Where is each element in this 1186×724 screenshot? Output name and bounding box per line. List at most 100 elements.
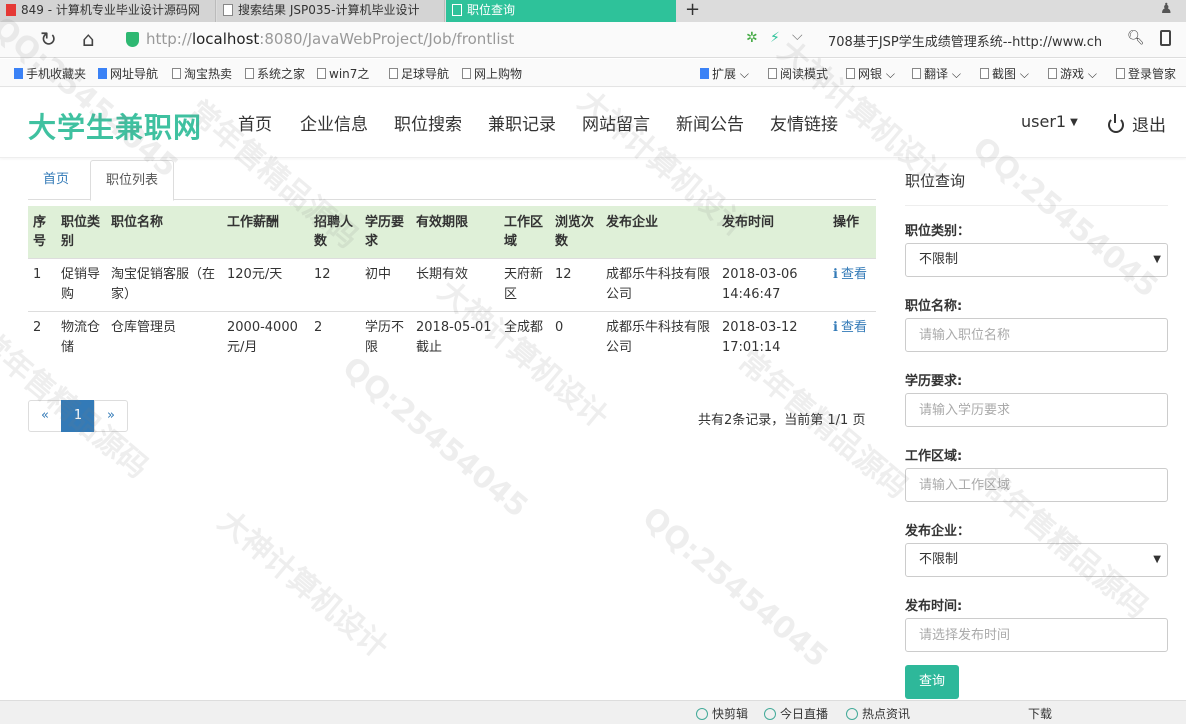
nav-links[interactable]: 友情链接 <box>770 110 838 135</box>
next-page-button[interactable]: » <box>94 400 128 432</box>
view-link[interactable]: ℹ 查看 <box>833 267 867 282</box>
bookmark-item[interactable]: 网址导航 <box>98 65 158 82</box>
browser-status-bar: 快剪辑 今日直播 热点资讯 下载 <box>0 700 1186 724</box>
lightning-icon[interactable]: ⚡ <box>770 30 780 46</box>
query-button[interactable]: 查询 <box>905 665 959 699</box>
col-header: 工作薪酬 <box>222 206 309 259</box>
view-link[interactable]: ℹ 查看 <box>833 320 867 335</box>
gamepad-icon <box>1048 68 1057 79</box>
nav-news[interactable]: 新闻公告 <box>676 110 744 135</box>
reader-mode-button[interactable]: 阅读模式 <box>768 65 828 82</box>
browser-tab-1[interactable]: 849 - 计算机专业毕业设计源码网 <box>0 0 216 22</box>
publish-time-label: 发布时间: <box>905 599 963 614</box>
nav-messages[interactable]: 网站留言 <box>582 110 650 135</box>
info-icon: ℹ <box>833 320 838 335</box>
url-host: localhost <box>191 30 260 48</box>
bookmark-item[interactable]: 淘宝热卖 <box>172 65 232 82</box>
bookmark-item[interactable]: 系统之家 <box>245 65 305 82</box>
cell-title: 仓库管理员 <box>106 311 222 364</box>
shield-icon <box>126 32 139 47</box>
status-item[interactable]: 今日直播 <box>764 705 828 722</box>
col-header: 有效期限 <box>411 206 499 259</box>
record-count: 共有2条记录，当前第 1/1 页 <box>698 413 866 428</box>
download-button[interactable]: 下载 <box>1028 705 1052 722</box>
news-icon <box>846 708 858 720</box>
bookmark-item[interactable]: 足球导航 <box>389 65 449 82</box>
bookmark-item[interactable]: 手机收藏夹 <box>14 65 86 82</box>
cell-company: 成都乐牛科技有限公司 <box>601 311 717 364</box>
job-table: 序号 职位类别 职位名称 工作薪酬 招聘人数 学历要求 有效期限 工作区域 浏览… <box>28 206 876 364</box>
nav-companies[interactable]: 企业信息 <box>300 110 368 135</box>
reload-icon[interactable]: ↻ <box>40 28 57 50</box>
play-icon <box>764 708 776 720</box>
key-icon <box>1116 68 1125 79</box>
bookmarks-bar: 手机收藏夹 网址导航 淘宝热卖 系统之家 win7之 足球导航 网上购物 扩展 … <box>0 59 1186 87</box>
bookmark-item[interactable]: 网上购物 <box>462 65 522 82</box>
info-icon: ℹ <box>833 267 838 282</box>
bank-button[interactable]: 网银 ⌵ <box>846 65 895 82</box>
col-header: 发布企业 <box>601 206 717 259</box>
scissors-icon <box>980 68 989 79</box>
prev-page-button[interactable]: « <box>28 400 62 432</box>
cell-action: ℹ 查看 <box>828 258 876 312</box>
site-logo[interactable]: 大学生兼职网 <box>28 106 202 146</box>
caret-down-icon: ▼ <box>1153 554 1161 565</box>
bookmark-item[interactable]: win7之 <box>317 65 369 82</box>
browser-tab-active[interactable]: 职位查询 <box>446 0 676 22</box>
col-header: 招聘人数 <box>309 206 360 259</box>
translate-icon <box>912 68 921 79</box>
watermark-text: QQ:25454045 <box>335 350 535 525</box>
table-header-row: 序号 职位类别 职位名称 工作薪酬 招聘人数 学历要求 有效期限 工作区域 浏览… <box>28 206 876 259</box>
browser-tab-2[interactable]: 搜索结果 JSP035-计算机毕业设计 <box>217 0 445 22</box>
category-select[interactable]: 不限制 ▼ <box>905 243 1168 277</box>
status-item[interactable]: 快剪辑 <box>696 705 748 722</box>
cell-education: 初中 <box>360 258 411 312</box>
cell-salary: 120元/天 <box>222 258 309 312</box>
breadcrumb-home[interactable]: 首页 <box>28 160 84 200</box>
publish-time-input[interactable] <box>905 618 1168 652</box>
page-icon <box>172 68 181 79</box>
page-1-button[interactable]: 1 <box>61 400 95 432</box>
title-label: 职位名称: <box>905 299 963 314</box>
cell-validity: 长期有效 <box>411 258 499 312</box>
search-icon[interactable]: 🔍︎ <box>1127 30 1145 46</box>
browser-tab-strip: 849 - 计算机专业毕业设计源码网 搜索结果 JSP035-计算机毕业设计 职… <box>0 0 1186 22</box>
nav-job-records[interactable]: 兼职记录 <box>488 110 556 135</box>
col-header: 工作区域 <box>499 206 550 259</box>
cell-area: 全成都 <box>499 311 550 364</box>
cell-action: ℹ 查看 <box>828 311 876 364</box>
cell-education: 学历不限 <box>360 311 411 364</box>
games-button[interactable]: 游戏 ⌵ <box>1048 65 1097 82</box>
category-label: 职位类别： <box>905 224 971 239</box>
job-title-input[interactable] <box>905 318 1168 352</box>
translate-button[interactable]: 翻译 ⌵ <box>912 65 961 82</box>
education-label: 学历要求: <box>905 374 963 389</box>
new-tab-button[interactable]: + <box>685 0 700 20</box>
bank-icon <box>846 68 855 79</box>
extensions-button[interactable]: 扩展 ⌵ <box>700 65 749 82</box>
cell-category: 物流仓储 <box>56 311 106 364</box>
logout-button[interactable]: 退出 <box>1108 111 1166 136</box>
login-manager-button[interactable]: 登录管家 <box>1116 65 1176 82</box>
address-bar: ↻ ⌂ http://localhost:8080/JavaWebProject… <box>0 22 1186 58</box>
watermark-text: 大神计算机设计 <box>211 503 395 666</box>
chevron-down-icon[interactable]: ⌵ <box>792 28 803 44</box>
page-icon <box>462 68 471 79</box>
nav-home[interactable]: 首页 <box>238 110 272 135</box>
phone-icon[interactable] <box>1160 30 1171 46</box>
status-item[interactable]: 热点资讯 <box>846 705 910 722</box>
nav-job-search[interactable]: 职位搜索 <box>394 110 462 135</box>
education-input[interactable] <box>905 393 1168 427</box>
col-header: 学历要求 <box>360 206 411 259</box>
home-icon[interactable]: ⌂ <box>82 28 95 50</box>
user-menu[interactable]: user1 ▼ <box>1021 112 1078 131</box>
company-select[interactable]: 不限制 ▼ <box>905 543 1168 577</box>
cell-index: 1 <box>28 258 56 312</box>
search-input[interactable]: 708基于JSP学生成绩管理系统--http://www.ch <box>828 31 1128 50</box>
shirt-icon[interactable]: ♟ <box>1160 1 1173 17</box>
area-input[interactable] <box>905 468 1168 502</box>
screenshot-button[interactable]: 截图 ⌵ <box>980 65 1029 82</box>
caret-down-icon: ▼ <box>1153 254 1161 265</box>
url-field[interactable]: http://localhost:8080/JavaWebProject/Job… <box>120 26 740 54</box>
cell-title: 淘宝促销客服（在家） <box>106 258 222 312</box>
